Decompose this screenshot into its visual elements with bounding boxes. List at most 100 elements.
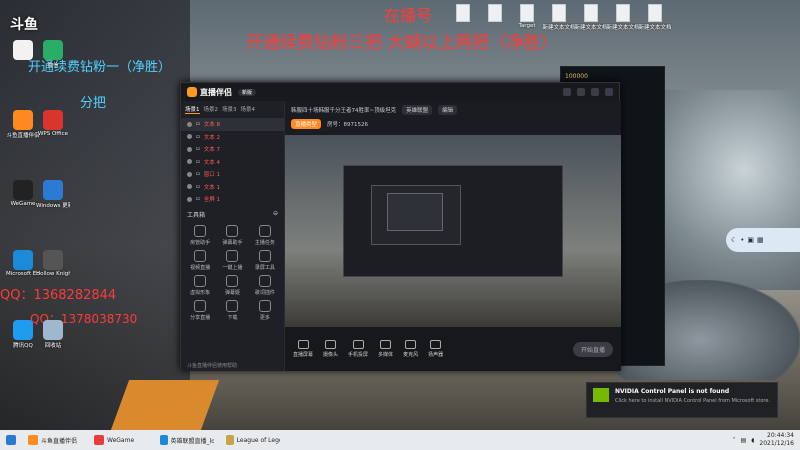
minimize-icon[interactable]	[591, 88, 599, 96]
tool-item[interactable]: 更多	[250, 299, 280, 321]
source-row[interactable]: ▫ 文本 1	[181, 181, 284, 194]
room-type[interactable]: 直播类型	[291, 119, 322, 129]
control-bar: 直播屏幕 摄像头 手机投屏 多媒体 麦克风 扬声器 开始直播	[285, 327, 621, 371]
tool-item[interactable]: 录屏工具	[250, 249, 280, 271]
source-name: 文本 7	[203, 147, 220, 154]
tool-item[interactable]: 一键上播	[217, 249, 247, 271]
file-icon[interactable]	[478, 4, 512, 23]
capture-button[interactable]: 摄像头	[323, 340, 338, 358]
close-icon[interactable]	[605, 88, 613, 96]
file-icon[interactable]	[446, 4, 480, 23]
app-icon	[13, 180, 33, 200]
tool-item[interactable]: 视频直播	[185, 249, 215, 271]
file-icon[interactable]: 新建文本文档	[606, 4, 640, 31]
start-button[interactable]	[0, 430, 22, 450]
eye-icon[interactable]	[187, 196, 192, 202]
source-row[interactable]: ▫ 文本 2	[181, 131, 284, 144]
chevron-up-icon[interactable]: ˄	[733, 437, 736, 444]
wallpaper-orange-shape	[110, 380, 220, 430]
eye-icon[interactable]	[187, 184, 192, 190]
tool-item[interactable]: 弹幕助手	[217, 224, 247, 246]
desktop-icon[interactable]: WPS Office	[36, 110, 70, 137]
source-row[interactable]: ▫ 文本 8	[181, 118, 284, 131]
document-icon	[456, 4, 470, 22]
grid-icon: ▦	[757, 236, 764, 244]
desktop-icon[interactable]	[6, 40, 40, 61]
lock-icon[interactable]: ▫	[196, 134, 200, 140]
capture-button[interactable]: 多媒体	[378, 340, 393, 358]
source-row[interactable]: ▫ 窗口 1	[181, 168, 284, 181]
source-row[interactable]: ▫ 文本 7	[181, 143, 284, 156]
scene-tab[interactable]: 场景4	[241, 105, 256, 114]
taskbar-app[interactable]: League of Legends	[220, 430, 286, 450]
desktop-icon[interactable]: Hollow Knight	[36, 250, 70, 277]
desktop-icon-label: 腾讯QQ	[13, 343, 33, 349]
source-row[interactable]: ▫ 全屏 1	[181, 193, 284, 206]
eye-icon[interactable]	[187, 121, 192, 127]
file-icon[interactable]: Target	[510, 4, 544, 29]
capture-icon	[352, 340, 364, 349]
bell-icon[interactable]	[563, 88, 571, 96]
help-status[interactable]: 斗鱼直播伴侣使用帮助	[187, 362, 237, 369]
file-label: 新建文本文档	[638, 25, 672, 31]
file-icon[interactable]: 新建文本文档	[574, 4, 608, 31]
stream-preview[interactable]	[285, 135, 621, 327]
desktop-icon[interactable]: 回收站	[36, 320, 70, 349]
source-row[interactable]: ▫ 文本 4	[181, 156, 284, 169]
app-logo: 直播伴侣	[187, 87, 232, 98]
eye-icon[interactable]	[187, 134, 192, 140]
taskbar-app[interactable]: 英雄联盟直播_lol直...	[154, 430, 220, 450]
tool-item[interactable]: 下载	[217, 299, 247, 321]
scene-tab[interactable]: 场景2	[204, 105, 219, 114]
capture-label: 手机投屏	[348, 352, 369, 358]
tool-item[interactable]: 歌词插件	[250, 274, 280, 296]
start-live-button[interactable]: 开始直播	[572, 341, 613, 357]
tool-item[interactable]: 房管助手	[185, 224, 215, 246]
scene-tab[interactable]: 场景1	[185, 105, 200, 114]
settings-icon[interactable]	[577, 88, 585, 96]
capture-label: 摄像头	[323, 352, 339, 358]
nvidia-notification[interactable]: NVIDIA Control Panel is not found Click …	[586, 382, 778, 418]
desktop-icon[interactable]: WeGame	[6, 180, 40, 207]
capture-label: 直播屏幕	[293, 352, 314, 358]
capture-button[interactable]: 麦克风	[403, 340, 418, 358]
toolbox-toggle-icon[interactable]: ⊖	[273, 210, 278, 219]
capture-button[interactable]: 扬声器	[428, 340, 443, 358]
taskbar-app[interactable]: 斗鱼直播伴侣	[22, 430, 88, 450]
volume-icon[interactable]: ◖	[751, 437, 754, 444]
lock-icon[interactable]: ▫	[196, 171, 200, 177]
lock-icon[interactable]: ▫	[196, 184, 200, 190]
file-icon[interactable]: 新建文本文档	[542, 4, 576, 31]
edit-button[interactable]: 编辑	[438, 105, 458, 115]
eye-icon[interactable]	[187, 146, 192, 152]
clock[interactable]: 20:44:34 2021/12/16	[759, 432, 794, 448]
desktop-icon[interactable]: 微信	[36, 40, 70, 69]
tool-item[interactable]: 弹幕姬	[217, 274, 247, 296]
lock-icon[interactable]: ▫	[196, 159, 200, 165]
desktop-icon[interactable]: Microsoft Edge	[6, 250, 40, 277]
eye-icon[interactable]	[187, 159, 192, 165]
network-icon[interactable]: ▤	[741, 437, 747, 444]
eye-icon[interactable]	[187, 171, 192, 177]
title-bar[interactable]: 直播伴侣 新版	[181, 83, 619, 101]
lock-icon[interactable]: ▫	[196, 121, 200, 127]
taskbar-app[interactable]: WeGame	[88, 430, 154, 450]
app-icon	[43, 110, 63, 130]
desktop-icon[interactable]: 斗鱼直播伴侣	[6, 110, 40, 139]
stream-title[interactable]: 韩服四十场韩服千分王者74胜率~顶级坦克	[291, 106, 396, 114]
source-name: 文本 2	[203, 134, 220, 141]
tool-item[interactable]: 分享直播	[185, 299, 215, 321]
capture-button[interactable]: 手机投屏	[348, 340, 368, 358]
scene-tab[interactable]: 场景3	[222, 105, 237, 114]
lock-icon[interactable]: ▫	[196, 146, 200, 152]
lock-icon[interactable]: ▫	[196, 196, 200, 202]
tool-item[interactable]: 虚拟形象	[185, 274, 215, 296]
category-label[interactable]: 英雄联盟	[402, 105, 433, 115]
tool-item[interactable]: 主播任务	[250, 224, 280, 246]
capture-button[interactable]: 直播屏幕	[293, 340, 313, 358]
desktop-icon[interactable]: Windows 更新	[36, 180, 70, 209]
desktop-icon[interactable]: 腾讯QQ	[6, 320, 40, 349]
input-method-widget[interactable]: ☾ • ▣ ▦	[726, 228, 800, 252]
live-companion-window[interactable]: 直播伴侣 新版 场景1 场景2 场景3 场景4 ▫ 文本 8 ▫ 文本 2 ▫ 文本 7 ▫ 文本 …	[180, 82, 621, 371]
file-icon[interactable]: 新建文本文档	[638, 4, 672, 31]
